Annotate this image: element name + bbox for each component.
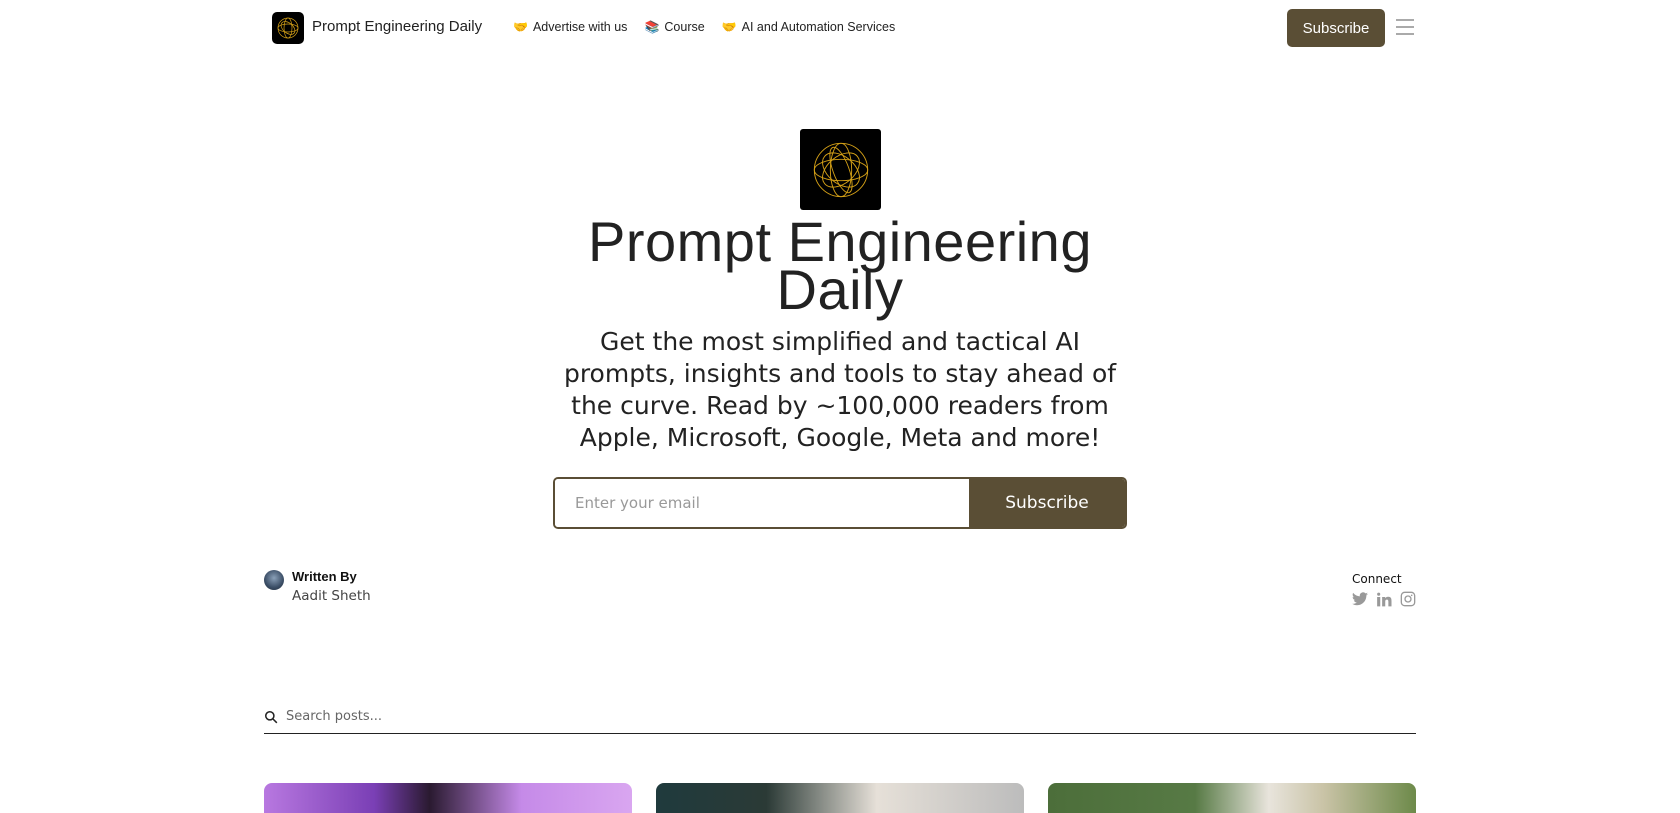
globe-icon [813, 142, 868, 197]
author-name[interactable]: Aadit Sheth [292, 588, 371, 604]
handshake-icon: 🤝 [513, 20, 528, 34]
books-icon: 📚 [644, 20, 660, 34]
post-card-thumbnail[interactable] [656, 783, 1024, 813]
post-card-thumbnail[interactable] [264, 783, 632, 813]
search-input[interactable] [286, 709, 1416, 724]
twitter-icon[interactable] [1352, 592, 1368, 606]
subscribe-button[interactable]: Subscribe [969, 479, 1125, 527]
nav-subscribe-button[interactable]: Subscribe [1287, 9, 1385, 47]
nav-services-label: AI and Automation Services [741, 20, 896, 34]
instagram-icon[interactable] [1400, 591, 1416, 607]
linkedin-icon[interactable] [1376, 592, 1392, 607]
nav-course-label: Course [664, 20, 705, 34]
written-by-label: Written By [292, 569, 357, 584]
hero-description: Get the most simplified and tactical AI … [563, 327, 1117, 452]
site-logo[interactable] [272, 12, 304, 44]
nav-services[interactable]: 🤝 AI and Automation Services [722, 20, 896, 34]
author-block: Written By Aadit Sheth [264, 569, 371, 604]
search-bar [264, 700, 1416, 734]
globe-icon [277, 17, 299, 39]
connect-label: Connect [1352, 572, 1402, 586]
search-icon [264, 710, 278, 723]
avatar [264, 570, 284, 590]
handshake-icon: 🤝 [721, 20, 737, 34]
top-nav: Prompt Engineering Daily 🤝 Advertise with… [0, 0, 1680, 56]
nav-course[interactable]: 📚 Course [644, 20, 704, 34]
connect-block: Connect [1352, 572, 1416, 607]
brand-name[interactable]: Prompt Engineering Daily [312, 18, 482, 35]
page-title: Prompt Engineering Daily [588, 210, 1092, 321]
post-card-thumbnail[interactable] [1048, 783, 1416, 813]
hero-logo [800, 129, 881, 210]
hamburger-menu-icon[interactable] [1396, 19, 1414, 35]
post-cards [264, 783, 1416, 813]
nav-advertise[interactable]: 🤝 Advertise with us [513, 20, 627, 34]
nav-links: 🤝 Advertise with us 📚 Course 🤝 AI and Autom… [513, 20, 895, 34]
email-input[interactable] [555, 479, 969, 527]
subscribe-form: Subscribe [553, 477, 1127, 529]
nav-advertise-label: Advertise with us [532, 20, 628, 34]
